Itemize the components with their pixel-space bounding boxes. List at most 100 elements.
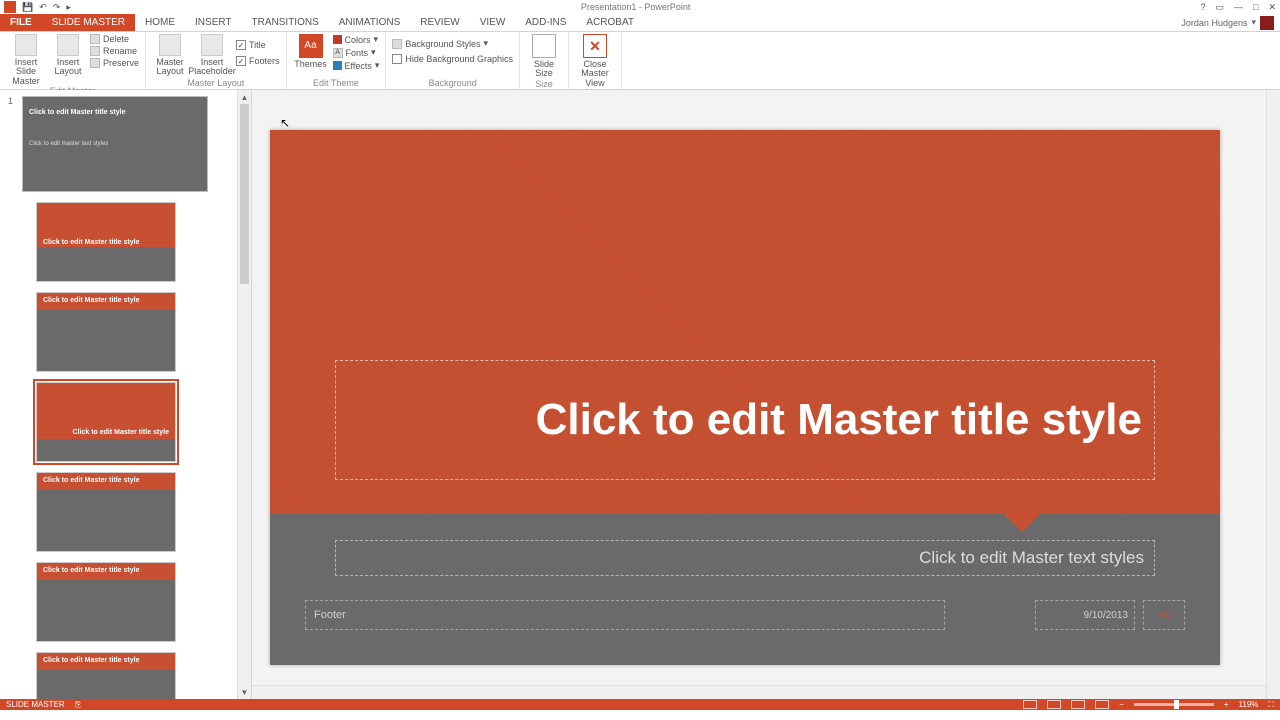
tab-home[interactable]: HOME [135,14,185,31]
zoom-out-icon[interactable]: − [1119,700,1124,709]
layout-thumbnail-5[interactable]: Click to edit Master title style [36,562,176,642]
insert-slide-master-icon [15,34,37,56]
date-placeholder[interactable]: 9/10/2013 [1035,600,1135,630]
editor-vertical-scrollbar[interactable] [1266,90,1280,699]
thumbnail-scrollbar[interactable]: ▲ ▼ [237,90,251,699]
minimize-icon[interactable]: — [1234,2,1243,12]
mouse-cursor-icon: ↖ [280,116,290,130]
tab-view[interactable]: VIEW [470,14,516,31]
footer-placeholder[interactable]: Footer [305,600,945,630]
title-checkbox[interactable]: ✓Title [236,40,280,50]
group-master-layout-label: Master Layout [152,78,280,89]
preserve-label: Preserve [103,58,139,68]
status-lang-icon[interactable]: ⎘ [75,700,81,710]
fit-to-window-icon[interactable]: ⛶ [1268,700,1274,710]
slide-size-button[interactable]: Slide Size [526,34,562,79]
insert-placeholder-icon [201,34,223,56]
date-text: 9/10/2013 [1084,610,1129,621]
thumb-number: 1 [8,96,18,106]
rename-button[interactable]: Rename [90,46,139,56]
delete-label: Delete [103,34,129,44]
editor-horizontal-scrollbar[interactable] [252,685,1266,699]
themes-button[interactable]: Aa Themes [293,34,329,69]
layout-thumbnail-3[interactable]: Click to edit Master title style [36,382,176,462]
insert-placeholder-button[interactable]: Insert Placeholder [192,34,232,77]
fonts-button[interactable]: AFonts ▾ [333,47,380,58]
qat-undo-icon[interactable]: ↶ [39,2,47,13]
hide-bg-checkbox[interactable]: Hide Background Graphics [392,54,513,64]
tab-acrobat[interactable]: ACROBAT [576,14,644,31]
insert-layout-label: Insert Layout [50,58,86,77]
layout-thumbnail-4[interactable]: Click to edit Master title style [36,472,176,552]
background-styles-label: Background Styles [405,39,480,49]
view-sorter-button[interactable] [1047,700,1061,709]
footer-text: Footer [314,609,346,621]
title-text: Click to edit Master title style [536,395,1142,445]
fonts-label: Fonts [346,48,369,58]
layout-thumbnail-1[interactable]: Click to edit Master title style [36,202,176,282]
fonts-icon: A [333,48,343,58]
layout-thumbnail-6[interactable]: Click to edit Master title style [36,652,176,699]
maximize-icon[interactable]: □ [1253,2,1258,12]
user-menu-chevron-icon[interactable]: ▾ [1251,17,1256,28]
title-placeholder[interactable]: Click to edit Master title style [335,360,1155,480]
view-normal-button[interactable] [1023,700,1037,709]
tab-file[interactable]: FILE [0,14,42,31]
master-thumbnail[interactable]: Click to edit Master title style Click t… [22,96,208,192]
layout-thumb-title: Click to edit Master title style [43,239,169,246]
master-layout-icon [159,34,181,56]
close-master-label: Close Master View [575,60,615,88]
rename-icon [90,46,100,56]
slide-number-placeholder[interactable]: ‹#› [1143,600,1185,630]
zoom-in-icon[interactable]: + [1224,700,1229,709]
tab-transitions[interactable]: TRANSITIONS [242,14,329,31]
layout-thumb-title: Click to edit Master title style [43,657,169,664]
scroll-up-icon[interactable]: ▲ [238,90,251,104]
qat-redo-icon[interactable]: ↷ [53,2,61,13]
tab-insert[interactable]: INSERT [185,14,242,31]
master-layout-button[interactable]: Master Layout [152,34,188,77]
thumbnail-pane[interactable]: 1 Click to edit Master title style Click… [0,90,252,699]
insert-slide-master-button[interactable]: Insert Slide Master [6,34,46,86]
slide-editor[interactable]: ↖ Click to edit Master title style Click… [252,90,1280,699]
subtitle-placeholder[interactable]: Click to edit Master text styles [335,540,1155,576]
layout-thumb-title: Click to edit Master title style [43,429,169,436]
view-slideshow-button[interactable] [1095,700,1109,709]
delete-button[interactable]: Delete [90,34,139,44]
zoom-knob[interactable] [1174,700,1179,709]
subtitle-text: Click to edit Master text styles [919,548,1144,568]
group-background-label: Background [392,78,513,89]
user-avatar[interactable] [1260,16,1274,30]
colors-button[interactable]: Colors ▾ [333,34,380,45]
title-check-label: Title [249,40,266,50]
footers-check-label: Footers [249,56,280,66]
help-icon[interactable]: ? [1200,2,1205,12]
scroll-down-icon[interactable]: ▼ [238,685,251,699]
close-master-view-button[interactable]: ✕ Close Master View [575,34,615,88]
effects-button[interactable]: Effects ▾ [333,60,380,71]
accent-notch [1004,514,1040,532]
footers-checkbox[interactable]: ✓Footers [236,56,280,66]
layout-thumb-title: Click to edit Master title style [43,567,169,574]
user-name[interactable]: Jordan Hudgens [1181,18,1247,28]
scroll-handle[interactable] [240,104,249,284]
tab-slide-master[interactable]: SLIDE MASTER [42,14,135,31]
master-thumb-body: Click to edit master text styles [29,141,201,147]
insert-layout-icon [57,34,79,56]
layout-thumbnail-2[interactable]: Click to edit Master title style [36,292,176,372]
tab-addins[interactable]: ADD-INS [515,14,576,31]
ribbon-options-icon[interactable]: ▭ [1216,2,1225,13]
tab-review[interactable]: REVIEW [410,14,469,31]
delete-icon [90,34,100,44]
slide-number-text: ‹#› [1157,609,1170,621]
close-window-icon[interactable]: ✕ [1268,2,1276,13]
zoom-slider[interactable] [1134,703,1214,706]
qat-save-icon[interactable]: 💾 [22,2,33,13]
tab-animations[interactable]: ANIMATIONS [329,14,410,31]
view-reading-button[interactable] [1071,700,1085,709]
zoom-value[interactable]: 119% [1239,700,1259,709]
preserve-button[interactable]: Preserve [90,58,139,68]
insert-layout-button[interactable]: Insert Layout [50,34,86,77]
slide-canvas[interactable]: Click to edit Master title style Click t… [270,130,1220,665]
background-styles-button[interactable]: Background Styles ▾ [392,38,513,49]
